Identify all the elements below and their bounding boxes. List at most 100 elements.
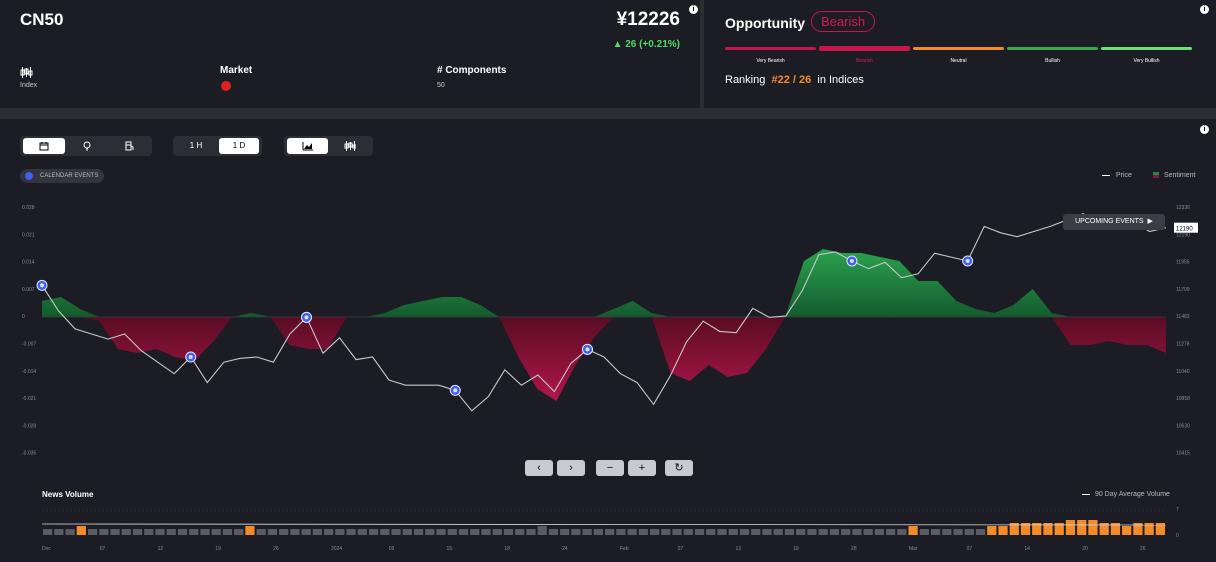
news-volume-bar [773, 529, 783, 535]
news-volume-bar [919, 529, 929, 535]
volume-legend-label: 90 Day Average Volume [1094, 491, 1170, 498]
news-volume-bar [222, 529, 233, 535]
news-volume-bar [1065, 520, 1076, 535]
right-axis-tick: 10415 [1176, 451, 1190, 457]
left-axis-tick: -0.035 [22, 451, 36, 457]
left-axis-tick: -0.014 [22, 369, 36, 375]
news-volume-bar [54, 529, 64, 535]
news-volume-bar [492, 529, 502, 535]
news-volume-bar [807, 529, 817, 535]
news-volume-bar [897, 529, 907, 535]
news-volume-bar [796, 529, 806, 535]
ranking-suffix: in Indices [817, 74, 864, 86]
price-change: ▲ 26 (+0.21%) [612, 39, 680, 50]
news-volume-bar [1077, 520, 1087, 535]
x-axis-tick: Feb [620, 546, 629, 552]
components-label: # Components [437, 65, 507, 76]
x-axis-tick: 13 [735, 546, 741, 552]
price-label: 12190 [1176, 227, 1193, 233]
instrument-price: ¥12226 [616, 9, 680, 30]
news-volume-bar [155, 529, 165, 535]
reset-zoom-button[interactable]: ↻ [665, 460, 693, 476]
news-volume-bar [571, 529, 581, 535]
ranking-text: Ranking #22 / 26 in Indices [725, 74, 864, 86]
x-axis-tick: 07 [678, 546, 684, 552]
refresh-icon: ↻ [674, 462, 684, 474]
news-volume-bar [402, 529, 412, 535]
right-axis-tick: 11040 [1176, 369, 1190, 375]
right-axis-tick: 12336 [1176, 205, 1190, 211]
instrument-summary-panel: CN50 ¥12226 ▲ 26 (+0.21%) i Index Market… [0, 0, 700, 108]
news-volume-bar [717, 529, 727, 535]
news-volume-bar [279, 529, 289, 535]
calendar-event-marker-dot [965, 258, 970, 263]
average-volume-line [41, 523, 1167, 526]
news-volume-bar [672, 529, 682, 535]
news-volume-bar [582, 529, 592, 535]
news-volume-bar [76, 526, 86, 535]
news-volume-bar [380, 529, 390, 535]
news-volume-bar [841, 529, 851, 535]
play-icon: ▶ [1145, 218, 1153, 225]
market-label: Market [220, 65, 253, 76]
scale-label: Bearish [856, 58, 873, 64]
news-volume-bar [1122, 526, 1132, 535]
opportunity-panel: Opportunity Bearish i Very Bearish Bearis… [704, 0, 1216, 108]
news-volume-title: News Volume [42, 490, 94, 499]
news-volume-bar [886, 529, 896, 535]
news-volume-bar [616, 529, 626, 535]
volume-legend: 90 Day Average Volume [1082, 491, 1170, 498]
calendar-event-marker-dot [585, 347, 590, 352]
left-axis-tick: 0.021 [22, 232, 35, 238]
news-volume-bar [728, 529, 738, 535]
plus-icon: + [638, 462, 646, 474]
news-volume-bar [481, 529, 491, 535]
x-axis-tick: 20 [1082, 546, 1088, 552]
news-volume-bar [121, 529, 131, 535]
left-axis-tick: 0 [22, 314, 25, 320]
news-volume-bar [762, 529, 772, 535]
zoom-out-button[interactable]: − [596, 460, 624, 476]
news-volume-bar [324, 529, 334, 535]
calendar-event-marker-dot [304, 315, 309, 320]
calendar-event-marker-dot [453, 388, 458, 393]
scroll-left-button[interactable]: ‹ [525, 460, 553, 476]
news-volume-bar [234, 529, 244, 535]
volume-axis-tick: 0 [1176, 533, 1179, 539]
news-volume-bar [683, 529, 693, 535]
right-axis-tick: 11278 [1176, 342, 1190, 348]
x-axis-tick: 07 [967, 546, 973, 552]
news-volume-bar [413, 529, 424, 535]
scroll-right-button[interactable]: › [557, 460, 585, 476]
left-axis-tick: -0.028 [22, 423, 36, 429]
news-volume-bar [503, 529, 514, 535]
chevron-left-icon: ‹ [537, 462, 541, 474]
news-volume-bar [189, 529, 199, 535]
ranking-value: #22 / 26 [771, 74, 812, 86]
news-volume-bar [739, 529, 750, 535]
scale-label: Neutral [950, 58, 967, 64]
right-axis-tick: 12190 [1176, 232, 1190, 238]
news-volume-bar [548, 529, 559, 535]
news-volume-bar [436, 529, 446, 535]
news-volume-bar [829, 529, 840, 535]
x-axis-tick: 2024 [331, 546, 342, 552]
x-axis-tick: 12 [158, 546, 164, 552]
news-volume-bar [942, 529, 952, 535]
scale-label: Very Bullish [1133, 58, 1160, 64]
volume-legend-swatch [1082, 493, 1090, 495]
scale-label: Very Bearish [756, 58, 785, 64]
info-icon[interactable]: i [1200, 5, 1209, 14]
calendar-event-marker-dot [40, 283, 44, 288]
sentiment-negative-area [42, 317, 1166, 401]
right-axis-tick: 11709 [1176, 287, 1190, 293]
x-axis-tick: 26 [273, 546, 279, 552]
right-axis-tick: 10630 [1176, 423, 1190, 429]
news-volume-bar [312, 529, 322, 535]
news-volume-bar [357, 529, 367, 535]
info-icon[interactable]: i [689, 5, 698, 14]
upcoming-events-button[interactable]: UPCOMING EVENTS ▶ [1063, 214, 1165, 230]
zoom-in-button[interactable]: + [628, 460, 656, 476]
components-value: 50 [437, 82, 445, 89]
news-volume-bar [537, 526, 547, 535]
